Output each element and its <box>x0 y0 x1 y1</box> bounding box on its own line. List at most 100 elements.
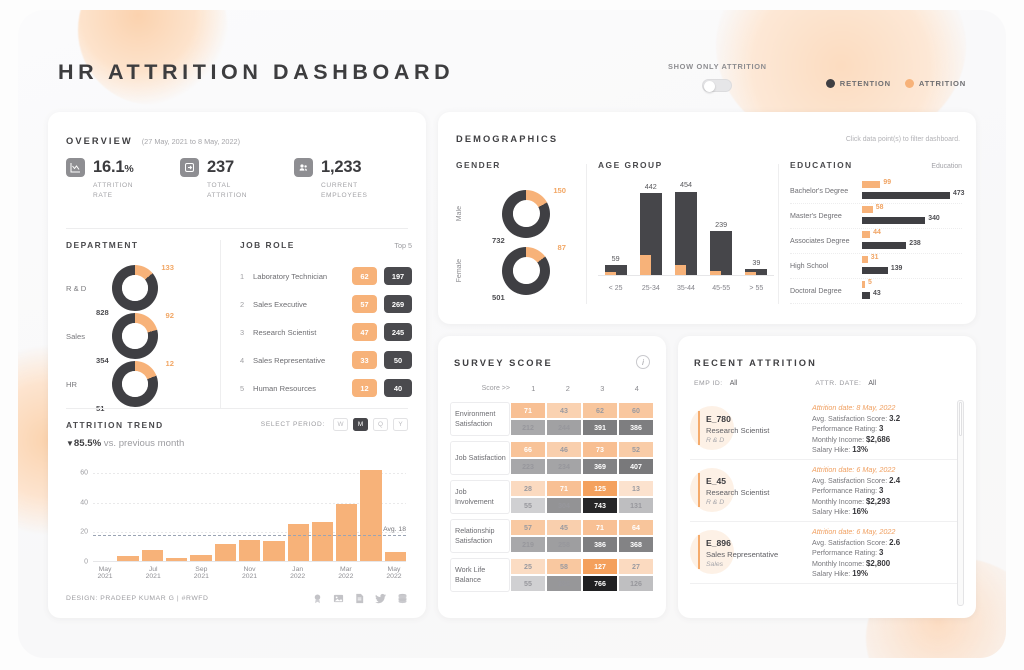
age-column[interactable]: 39 <box>745 192 768 276</box>
trend-bar[interactable] <box>263 541 285 562</box>
kpi-attrition-rate[interactable]: 16.1% ATTRITION RATE <box>66 158 180 201</box>
kpi-current-employees[interactable]: 1,233 CURRENT EMPLOYEES <box>294 158 408 201</box>
age-column[interactable]: 442 <box>639 182 662 276</box>
education-row[interactable]: High School 31 139 <box>790 254 962 279</box>
show-only-attrition-toggle[interactable] <box>702 79 733 92</box>
survey-cell-pair[interactable]: 27 126 <box>618 558 654 592</box>
education-row[interactable]: Associates Degree 44 238 <box>790 229 962 254</box>
survey-cell-pair[interactable]: 28 55 <box>510 480 546 514</box>
trend-bar[interactable] <box>311 522 334 562</box>
trend-bar[interactable] <box>214 544 236 562</box>
trend-bar[interactable] <box>336 504 358 562</box>
survey-row[interactable]: Environment Satisfaction 71 212 43 244 62 391 6… <box>450 402 654 436</box>
survey-cell-pair[interactable]: 71 212 <box>510 402 546 436</box>
job-role-row[interactable]: 3 Research Scientist 47 245 <box>240 318 412 346</box>
y-axis-tick: 40 <box>80 499 88 507</box>
age-group-chart[interactable]: 59 442 454 239 39 < 25 25-34 35-44 45-55 > 55 <box>598 180 774 292</box>
education-name: Associates Degree <box>790 237 850 245</box>
show-only-attrition-control[interactable]: SHOW ONLY ATTRITION <box>668 62 767 92</box>
monthly-income: Monthly Income: $2,800 <box>812 558 891 568</box>
survey-cell-pair[interactable]: 62 391 <box>582 402 618 436</box>
scrollbar[interactable] <box>957 400 964 606</box>
survey-row[interactable]: Job Involvement 28 55 71 304 125 743 13 131 <box>450 480 654 514</box>
survey-row-name: Relationship Satisfaction <box>450 519 510 553</box>
y-axis-tick: 20 <box>80 528 88 536</box>
survey-cell-pair[interactable]: 57 219 <box>510 519 546 553</box>
gender-row[interactable]: Male 150 732 <box>456 185 584 245</box>
filter-emp-id-value: All <box>729 380 738 387</box>
survey-cell-pair[interactable]: 52 407 <box>618 441 654 475</box>
education-retention-value: 340 <box>928 215 940 222</box>
department-row[interactable]: HR 1251 <box>66 359 216 413</box>
survey-cell-pair[interactable]: 71 304 <box>546 480 582 514</box>
gender-attrition-value: 87 <box>557 242 566 252</box>
survey-row[interactable]: Work Life Balance 25 55 58 286 127 766 27 126 <box>450 558 654 592</box>
filter-attr-date[interactable]: ATTR. DATE: All <box>815 380 876 387</box>
scrollbar-thumb[interactable] <box>959 402 962 436</box>
survey-cell-pair[interactable]: 43 244 <box>546 402 582 436</box>
age-x-axis: < 25 25-34 35-44 45-55 > 55 <box>598 285 774 292</box>
survey-cell-pair[interactable]: 66 223 <box>510 441 546 475</box>
age-column[interactable]: 59 <box>604 192 627 276</box>
info-icon[interactable]: i <box>636 355 650 369</box>
period-button-q[interactable]: Q <box>373 418 388 431</box>
survey-cell-pair[interactable]: 60 386 <box>618 402 654 436</box>
survey-row[interactable]: Job Satisfaction 66 223 46 234 73 369 52 407 <box>450 441 654 475</box>
survey-row[interactable]: Relationship Satisfaction 57 219 45 258 71 386… <box>450 519 654 553</box>
period-button-w[interactable]: W <box>333 418 348 431</box>
survey-cell-pair[interactable]: 46 234 <box>546 441 582 475</box>
survey-cell-pair[interactable]: 13 131 <box>618 480 654 514</box>
department-section: DEPARTMENT R & D 133828 Sales 92354 HR 1251 <box>66 240 216 413</box>
database-icon[interactable] <box>397 593 408 604</box>
recent-attrition-item[interactable]: E_780 Research Scientist R & D Attrition da… <box>690 398 964 460</box>
gender-attrition-value: 150 <box>553 185 566 195</box>
survey-cell-pair[interactable]: 58 286 <box>546 558 582 592</box>
filter-emp-id[interactable]: EMP ID: All <box>694 380 737 387</box>
recent-attrition-item[interactable]: E_45 Research Scientist R & D Attrition dat… <box>690 460 964 522</box>
survey-cell-pair[interactable]: 45 258 <box>546 519 582 553</box>
department-attrition-value: 12 <box>165 359 174 368</box>
job-role-name: Laboratory Technician <box>253 271 328 281</box>
attrition-trend-chart[interactable]: 0 20 40 60 Avg. 18 May 2021 Jul 2021 Sep 2021 N… <box>66 462 408 580</box>
x-axis-tick: Jan 2022 <box>290 566 306 580</box>
education-row[interactable]: Master's Degree 58 340 <box>790 204 962 229</box>
age-column[interactable]: 454 <box>674 180 697 276</box>
period-selector[interactable]: SELECT PERIOD: W M Q Y <box>261 418 408 431</box>
education-attrition-bar <box>862 231 871 238</box>
trend-bar[interactable] <box>360 470 382 562</box>
image-icon[interactable] <box>333 593 344 604</box>
gender-row[interactable]: Female 87 501 <box>456 242 584 302</box>
survey-cell-pair[interactable]: 64 368 <box>618 519 654 553</box>
survey-cell-pair[interactable]: 127 766 <box>582 558 618 592</box>
twitter-icon[interactable] <box>375 593 387 604</box>
trend-bar[interactable] <box>238 539 261 562</box>
trend-bar[interactable] <box>287 523 309 562</box>
survey-cell-pair[interactable]: 25 55 <box>510 558 546 592</box>
job-role-row[interactable]: 2 Sales Executive 57 269 <box>240 290 412 318</box>
legend-item-retention[interactable]: RETENTION <box>825 79 891 88</box>
survey-attrition-cell: 71 <box>582 519 618 536</box>
legend-item-attrition[interactable]: ATTRITION <box>904 79 966 88</box>
document-icon[interactable] <box>354 593 365 604</box>
job-role-row[interactable]: 1 Laboratory Technician 62 197 <box>240 262 412 290</box>
job-role-row[interactable]: 4 Sales Representative 33 50 <box>240 346 412 374</box>
job-role-row[interactable]: 5 Human Resources 12 40 <box>240 374 412 402</box>
survey-cell-pair[interactable]: 73 369 <box>582 441 618 475</box>
department-row[interactable]: Sales 92 354 <box>66 311 216 365</box>
survey-cell-pair[interactable]: 71 386 <box>582 519 618 553</box>
survey-retention-cell: 126 <box>618 575 654 592</box>
period-button-m[interactable]: M <box>353 418 368 431</box>
badge-icon[interactable] <box>312 593 323 604</box>
survey-cell-pair[interactable]: 125 743 <box>582 480 618 514</box>
education-retention-bar <box>862 292 870 299</box>
x-axis-tick <box>358 566 382 580</box>
kpi-total-attrition[interactable]: 237 TOTAL ATTRITION <box>180 158 294 201</box>
employee-role: Research Scientist <box>706 487 770 497</box>
recent-attrition-item[interactable]: E_896 Sales Representative Sales Attrition … <box>690 522 964 584</box>
period-button-y[interactable]: Y <box>393 418 408 431</box>
survey-retention-cell: 743 <box>582 497 618 514</box>
education-row[interactable]: Bachelor's Degree 99 473 <box>790 179 965 204</box>
department-row[interactable]: R & D 133 828 <box>66 263 216 317</box>
education-row[interactable]: Doctoral Degree 5 43 <box>790 279 962 304</box>
age-column[interactable]: 239 <box>710 192 733 276</box>
